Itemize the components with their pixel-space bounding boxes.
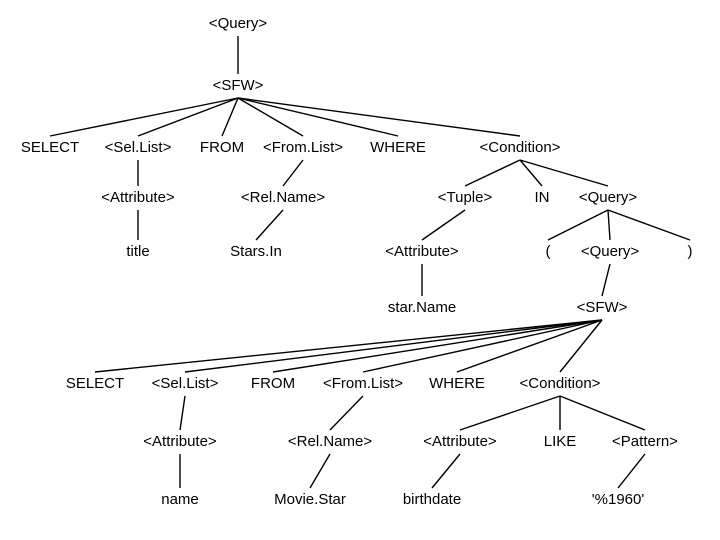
tree-edge [256, 210, 283, 240]
tree-node: <Query> [579, 189, 638, 206]
tree-edge [138, 98, 238, 136]
tree-nodes: <Query> <SFW> SELECT <Sel.List> FROM <From.Li… [21, 15, 693, 508]
tree-node: <SFW> [213, 77, 264, 94]
tree-node: FROM [251, 375, 295, 392]
tree-node: <Condition> [520, 375, 601, 392]
tree-edge [432, 454, 460, 488]
tree-node: <Rel.Name> [288, 433, 372, 450]
tree-edge [520, 160, 608, 186]
tree-edge [238, 98, 520, 136]
tree-node: FROM [200, 139, 244, 156]
tree-node: <Attribute> [101, 189, 175, 206]
tree-edge [330, 396, 363, 430]
tree-edge [238, 98, 303, 136]
tree-edge [460, 396, 560, 430]
parse-tree-diagram: <Query> <SFW> SELECT <Sel.List> FROM <From.Li… [0, 0, 720, 540]
tree-node: LIKE [544, 433, 577, 450]
tree-node: star.Name [388, 299, 456, 316]
tree-node: Movie.Star [274, 491, 346, 508]
tree-node: WHERE [370, 139, 426, 156]
tree-edge [560, 396, 645, 430]
tree-node: ) [688, 243, 693, 260]
tree-node: Stars.In [230, 243, 282, 260]
tree-edge [273, 320, 602, 372]
tree-edges [50, 36, 690, 488]
tree-node: <Attribute> [385, 243, 459, 260]
tree-node: birthdate [403, 491, 461, 508]
tree-edge [310, 454, 330, 488]
tree-node: <Tuple> [438, 189, 493, 206]
tree-edge [618, 454, 645, 488]
tree-edge [602, 264, 610, 296]
tree-edge [548, 210, 608, 240]
tree-node: <Condition> [480, 139, 561, 156]
tree-edge [185, 320, 602, 372]
tree-node: <Attribute> [423, 433, 497, 450]
tree-node: <From.List> [323, 375, 403, 392]
tree-edge [95, 320, 602, 372]
tree-node: IN [535, 189, 550, 206]
tree-node: ( [546, 243, 551, 260]
tree-node: WHERE [429, 375, 485, 392]
tree-node: SELECT [21, 139, 79, 156]
tree-edge [283, 160, 303, 186]
tree-edge [50, 98, 238, 136]
tree-node: SELECT [66, 375, 124, 392]
tree-node: <SFW> [577, 299, 628, 316]
tree-node: <Attribute> [143, 433, 217, 450]
tree-node: <Query> [581, 243, 640, 260]
tree-node: <Query> [209, 15, 268, 32]
tree-node: title [126, 243, 149, 260]
tree-edge [422, 210, 465, 240]
tree-node: <Pattern> [612, 433, 678, 450]
tree-node: name [161, 491, 199, 508]
tree-edge [180, 396, 185, 430]
tree-edge [608, 210, 690, 240]
tree-node: <Rel.Name> [241, 189, 325, 206]
tree-node: '%1960' [592, 491, 645, 508]
tree-node: <Sel.List> [105, 139, 172, 156]
tree-edge [465, 160, 520, 186]
tree-node: <From.List> [263, 139, 343, 156]
tree-edge [608, 210, 610, 240]
tree-node: <Sel.List> [152, 375, 219, 392]
